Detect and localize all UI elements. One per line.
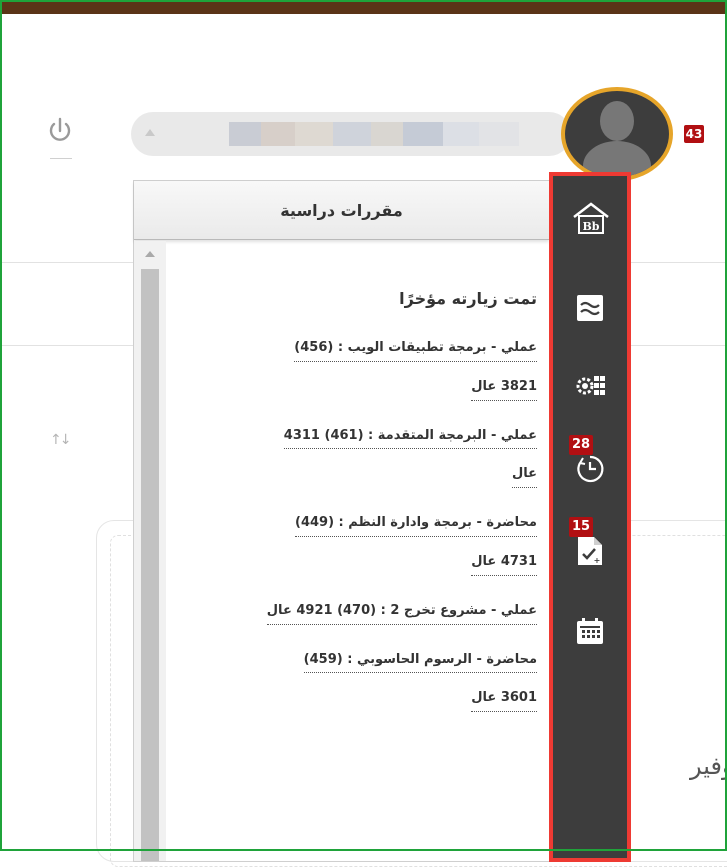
caret-up-icon — [145, 129, 155, 136]
blurred-username — [371, 122, 403, 146]
list-item: محاضرة - الرسوم الحاسوبي : (459) 3601 عا… — [177, 645, 537, 713]
svg-text:Bb: Bb — [583, 220, 600, 233]
avatar[interactable] — [561, 87, 673, 181]
background-text: وفير — [690, 752, 727, 780]
blurred-username — [443, 122, 479, 146]
divider-line — [2, 262, 133, 263]
recent-title: تمت زيارته مؤخرًا — [399, 289, 537, 308]
blurred-username — [261, 122, 295, 146]
recent-courses: تمت زيارته مؤخرًا عملي - برمجة تطبيقات ا… — [177, 289, 537, 732]
svg-text:+: + — [594, 556, 601, 565]
list-item: عملي - برمجة تطبيقات الويب : (456) 3821 … — [177, 333, 537, 401]
course-link[interactable]: 3601 عال — [471, 688, 537, 713]
course-link[interactable]: محاضرة - برمجة وادارة النظم : (449) — [294, 513, 537, 537]
list-item: عملي - البرمجة المتقدمة : (461) 4311 عال — [177, 421, 537, 489]
stream-icon[interactable] — [573, 291, 607, 325]
scroll-up-icon[interactable] — [145, 251, 155, 257]
top-bar — [2, 0, 727, 14]
blurred-username — [333, 122, 371, 146]
list-item: عملي - مشروع تخرج 2 : (470) 4921 عال — [177, 596, 537, 625]
scroll-thumb[interactable] — [141, 269, 159, 861]
blackboard-home-icon[interactable]: Bb — [571, 202, 611, 236]
power-icon[interactable] — [44, 115, 76, 147]
blurred-username — [479, 122, 519, 146]
quick-links-sidebar: Bb 28 + 15 — [549, 172, 631, 862]
graded-document-icon[interactable]: + — [573, 534, 607, 568]
sort-icon[interactable]: ↑↓ — [50, 432, 72, 448]
power-underline — [50, 158, 72, 159]
courses-popup: مقررات دراسية تمت زيارته مؤخرًا عملي - ب… — [133, 180, 552, 862]
user-menu-bar[interactable] — [131, 112, 571, 156]
course-link[interactable]: محاضرة - الرسوم الحاسوبي : (459) — [303, 650, 537, 674]
course-link[interactable]: 4731 عال — [471, 552, 537, 576]
divider-line — [631, 262, 727, 263]
blurred-username — [295, 122, 333, 146]
clock-badge: 28 — [569, 435, 593, 455]
course-link[interactable]: عملي - برمجة تطبيقات الويب : (456) — [294, 338, 537, 362]
popup-title[interactable]: مقررات دراسية — [134, 181, 549, 240]
blurred-username — [229, 122, 261, 146]
course-link[interactable]: عملي - البرمجة المتقدمة : (461) 4311 — [283, 426, 537, 450]
notification-badge: 43 — [684, 125, 704, 143]
divider-line — [631, 345, 727, 346]
course-link[interactable]: 3821 عال — [471, 377, 537, 401]
grades-badge: 15 — [569, 517, 593, 537]
course-link[interactable]: عال — [511, 464, 537, 489]
scrollbar[interactable] — [134, 241, 166, 861]
gear-grid-icon[interactable] — [573, 369, 607, 403]
calendar-icon[interactable] — [573, 614, 607, 648]
clock-icon[interactable] — [573, 452, 607, 486]
list-item: محاضرة - برمجة وادارة النظم : (449) 4731… — [177, 508, 537, 576]
divider-line — [2, 345, 133, 346]
course-link[interactable]: عملي - مشروع تخرج 2 : (470) 4921 عال — [266, 601, 537, 625]
blurred-username — [403, 122, 443, 146]
